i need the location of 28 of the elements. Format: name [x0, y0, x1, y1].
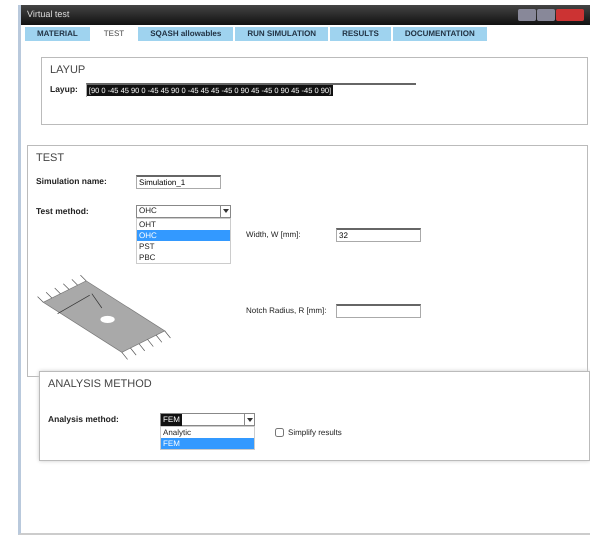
notch-radius-field[interactable] — [336, 304, 421, 318]
tab[interactable]: RUN SIMULATION — [235, 27, 328, 41]
test-method-label: Test method: — [36, 204, 90, 218]
layup-label: Layup: — [50, 83, 78, 96]
dropdown[interactable]: OHC — [136, 204, 231, 218]
width-label: Width, W [mm]: — [246, 228, 302, 240]
dropdown-option[interactable]: PBC — [137, 252, 230, 262]
tab[interactable]: SQASH allowables — [138, 27, 234, 41]
dropdown-option[interactable]: PST — [137, 240, 230, 252]
tab[interactable]: RESULTS — [330, 27, 391, 41]
dropdown-option[interactable]: Analytic — [161, 427, 254, 438]
checkbox-label: Simplify results — [288, 426, 342, 438]
dropdown-arrow-icon[interactable] — [220, 206, 230, 216]
analysis-method-label: Analysis method: — [48, 413, 120, 426]
tab[interactable]: MATERIAL — [25, 27, 90, 41]
simulation-name-field[interactable]: Simulation_1 — [136, 174, 221, 188]
width-field[interactable]: 32 — [336, 228, 421, 242]
section-title: TEST — [36, 151, 66, 166]
window-title: Virtual test — [27, 8, 70, 22]
section-title: ANALYSIS METHOD — [48, 377, 153, 392]
section-title: LAYUP — [50, 63, 86, 78]
notch-radius-label: Notch Radius, R [mm]: — [246, 304, 328, 316]
simulation-name-label: Simulation name: — [36, 175, 108, 188]
dropdown-arrow-icon[interactable] — [244, 414, 254, 425]
checkbox[interactable] — [275, 428, 284, 437]
dropdown[interactable]: FEM — [160, 413, 255, 426]
dropdown-option[interactable]: OHT — [137, 218, 230, 230]
tab[interactable]: DOCUMENTATION — [392, 27, 487, 41]
